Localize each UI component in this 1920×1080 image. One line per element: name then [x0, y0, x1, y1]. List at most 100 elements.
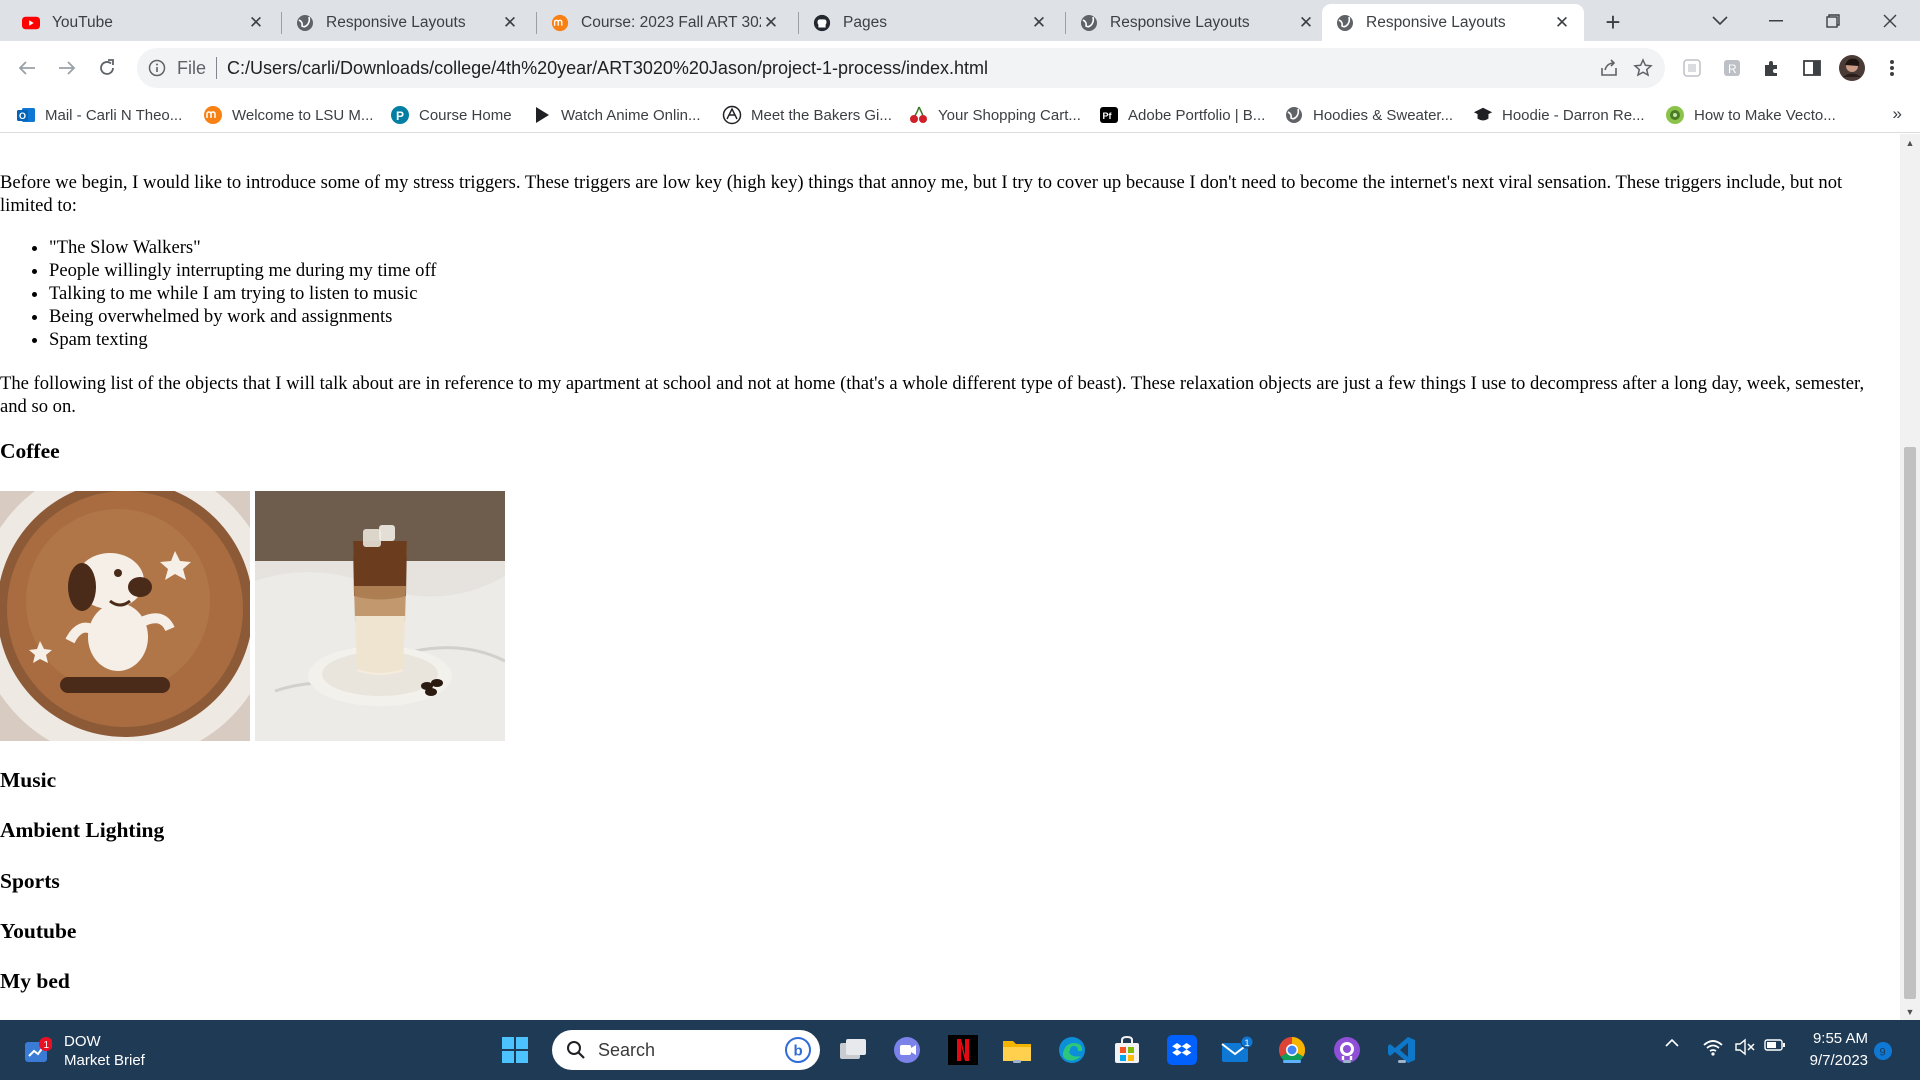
globe-icon [1284, 105, 1304, 125]
pearson-icon: P [390, 105, 410, 125]
iced-coffee-image [255, 491, 505, 741]
close-icon[interactable]: ✕ [761, 13, 781, 33]
file-explorer-button[interactable] [1000, 1033, 1034, 1067]
wifi-icon[interactable] [1700, 1038, 1726, 1056]
puzzle-icon[interactable] [1758, 54, 1786, 82]
minimize-button[interactable] [1748, 0, 1804, 41]
ms-store-button[interactable] [1110, 1033, 1144, 1067]
svg-text:O: O [19, 111, 26, 121]
dropbox-button[interactable] [1165, 1033, 1199, 1067]
volume-muted-icon[interactable] [1732, 1038, 1758, 1056]
extension-icon[interactable] [1678, 54, 1706, 82]
netflix-button[interactable] [946, 1033, 980, 1067]
tab-responsive-layouts-1[interactable]: Responsive Layouts ✕ [282, 4, 532, 41]
bookmark-course-home[interactable]: P Course Home [390, 103, 512, 127]
moodle-icon [203, 105, 223, 125]
start-button[interactable] [498, 1033, 532, 1067]
bookmark-vector[interactable]: How to Make Vecto... [1665, 103, 1836, 127]
widgets-button[interactable]: 1 DOW Market Brief [22, 1032, 145, 1070]
running-indicator [1398, 1060, 1406, 1063]
bookmark-lsu-moodle[interactable]: Welcome to LSU M... [203, 103, 373, 127]
star-icon[interactable] [1631, 56, 1655, 80]
reader-extension-icon[interactable]: R [1718, 54, 1746, 82]
tab-title: YouTube [52, 13, 113, 31]
bookmark-shopping-cart[interactable]: Your Shopping Cart... [909, 103, 1081, 127]
vscode-button[interactable] [1385, 1033, 1419, 1067]
stress-triggers-list: "The Slow Walkers" People willingly inte… [49, 236, 437, 351]
chevron-down-icon [1712, 15, 1728, 25]
back-button[interactable] [9, 50, 45, 86]
info-icon[interactable] [147, 58, 167, 78]
chrome-button[interactable] [1275, 1033, 1309, 1067]
bookmark-label: Course Home [419, 106, 512, 124]
tab-search-button[interactable] [1692, 0, 1748, 41]
tab-youtube[interactable]: YouTube ✕ [8, 4, 278, 41]
menu-icon[interactable] [1878, 54, 1906, 82]
edge-icon [1059, 1037, 1085, 1063]
scroll-up-arrow-icon[interactable]: ▲ [1900, 134, 1920, 151]
bookmark-label: Hoodies & Sweater... [1313, 106, 1454, 124]
outlook-icon: O [16, 105, 36, 125]
list-item: "The Slow Walkers" [49, 236, 437, 259]
section-heading-coffee: Coffee [0, 439, 60, 463]
bookmark-watch-anime[interactable]: Watch Anime Onlin... [532, 103, 701, 127]
github-desktop-button[interactable] [1330, 1033, 1364, 1067]
bookmark-hoodies-sweaters[interactable]: Hoodies & Sweater... [1284, 103, 1453, 127]
globe-icon [1336, 14, 1354, 32]
tab-course-art3020[interactable]: Course: 2023 Fall ART 3020 ✕ [537, 4, 793, 41]
task-view-button[interactable] [836, 1033, 870, 1067]
bookmark-label: Your Shopping Cart... [938, 106, 1081, 124]
page-scrollbar[interactable]: ▲ ▼ [1900, 134, 1920, 1020]
divider [216, 57, 218, 79]
close-icon[interactable]: ✕ [1552, 13, 1572, 33]
mail-button[interactable]: 1 [1220, 1033, 1254, 1067]
profile-avatar[interactable] [1838, 54, 1866, 82]
bookmark-mail[interactable]: O Mail - Carli N Theo... [16, 103, 182, 127]
battery-icon[interactable] [1762, 1038, 1788, 1052]
taskbar-search-box[interactable]: Search b [552, 1030, 820, 1070]
more-bookmarks-button[interactable]: » [1893, 104, 1902, 124]
address-bar[interactable]: File C:/Users/carli/Downloads/college/4t… [137, 48, 1665, 88]
bookmarks-bar: O Mail - Carli N Theo... Welcome to LSU … [0, 96, 1920, 133]
url-text[interactable]: C:/Users/carli/Downloads/college/4th%20y… [227, 58, 988, 79]
bing-icon[interactable]: b [784, 1036, 812, 1064]
reload-button[interactable] [89, 50, 125, 86]
objects-paragraph: The following list of the objects that I… [0, 373, 1865, 417]
close-icon[interactable]: ✕ [1029, 13, 1049, 33]
share-icon[interactable] [1597, 56, 1621, 80]
tab-responsive-layouts-active[interactable]: Responsive Layouts ✕ [1322, 4, 1584, 41]
cherry-icon [909, 105, 929, 125]
close-window-button[interactable] [1862, 0, 1918, 41]
bookmark-label: Hoodie - Darron Re... [1502, 106, 1645, 124]
teams-chat-button[interactable] [890, 1033, 924, 1067]
list-item: Being overwhelmed by work and assignment… [49, 305, 437, 328]
forward-button[interactable] [49, 50, 85, 86]
close-icon[interactable]: ✕ [1296, 13, 1316, 33]
bookmark-adobe-portfolio[interactable]: Pf Adobe Portfolio | B... [1099, 103, 1265, 127]
tab-pages[interactable]: Pages ✕ [799, 4, 1061, 41]
bookmark-hoodie-darron[interactable]: Hoodie - Darron Re... [1473, 103, 1645, 127]
tab-responsive-layouts-2[interactable]: Responsive Layouts ✕ [1066, 4, 1328, 41]
github-icon [813, 14, 831, 32]
list-item: People willingly interrupting me during … [49, 259, 437, 282]
system-clock[interactable]: 9:55 AM 9/7/2023 [1800, 1028, 1868, 1072]
tab-title: Responsive Layouts [1366, 13, 1506, 31]
notifications-button[interactable]: 9 [1872, 1040, 1894, 1062]
svg-text:Pf: Pf [1103, 111, 1113, 121]
running-indicator [1343, 1060, 1351, 1063]
page-viewport: Before we begin, I would like to introdu… [0, 134, 1900, 1020]
task-view-icon [840, 1039, 866, 1059]
widget-subtitle: Market Brief [64, 1052, 145, 1069]
scroll-down-arrow-icon[interactable]: ▼ [1900, 1003, 1920, 1020]
restore-button[interactable] [1805, 0, 1861, 41]
close-icon[interactable]: ✕ [246, 13, 266, 33]
lime-globe-icon [1665, 105, 1685, 125]
new-tab-button[interactable]: + [1598, 7, 1628, 37]
scrollbar-thumb[interactable] [1904, 447, 1916, 999]
side-panel-icon[interactable] [1798, 54, 1826, 82]
bookmark-meet-the-bakers[interactable]: Meet the Bakers Gi... [722, 103, 892, 127]
show-hidden-icons-button[interactable] [1660, 1038, 1684, 1047]
edge-button[interactable] [1055, 1033, 1089, 1067]
close-icon[interactable]: ✕ [500, 13, 520, 33]
reload-icon [100, 59, 114, 75]
